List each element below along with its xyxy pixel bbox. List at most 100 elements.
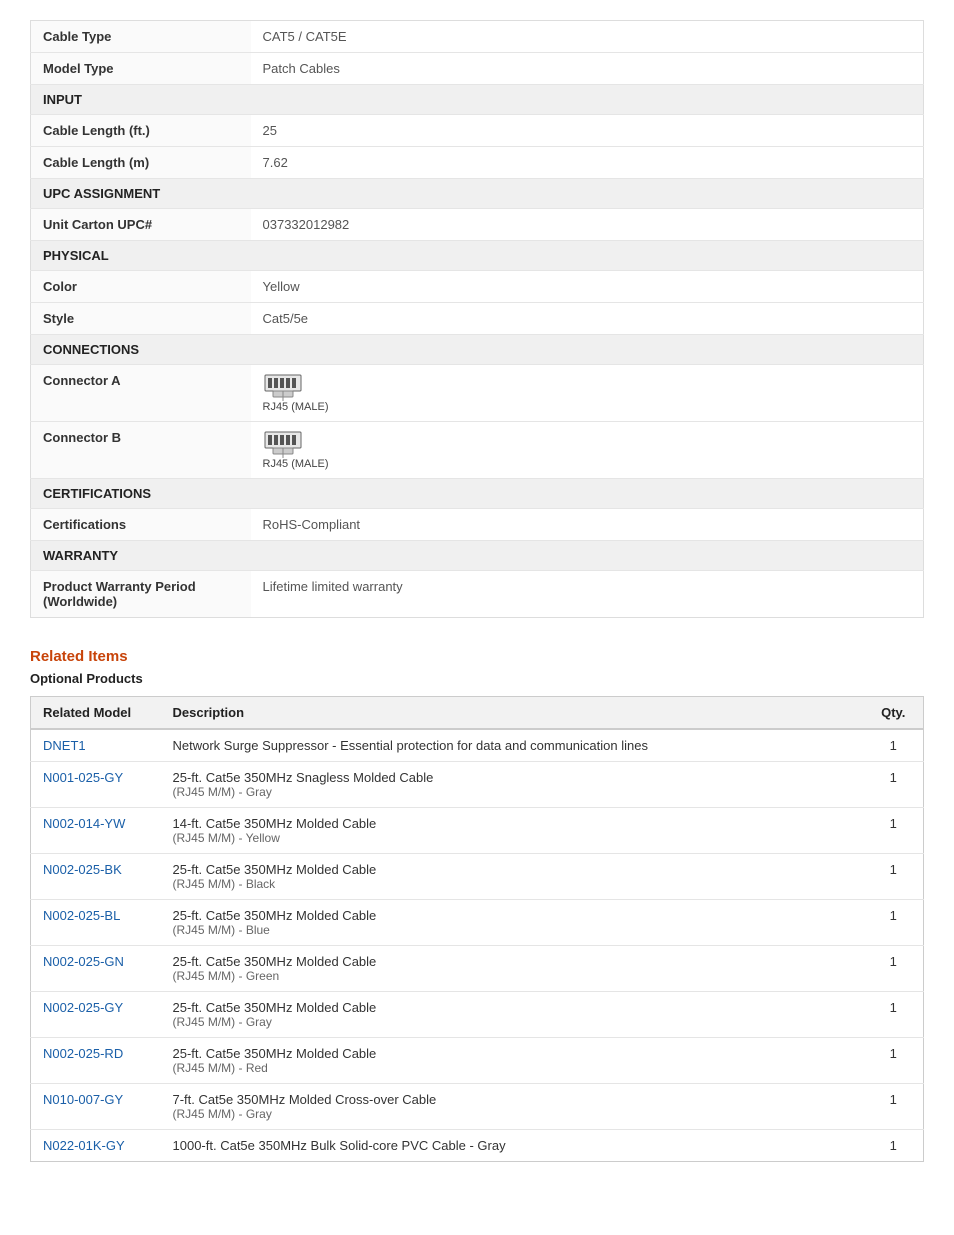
specs-row-label: Connector B xyxy=(31,422,251,479)
related-description-cell: 25-ft. Cat5e 350MHz Snagless Molded Cabl… xyxy=(161,762,864,808)
related-description-cell: 1000-ft. Cat5e 350MHz Bulk Solid-core PV… xyxy=(161,1130,864,1162)
related-description-main: 25-ft. Cat5e 350MHz Snagless Molded Cabl… xyxy=(173,770,852,785)
optional-label: Optional Products xyxy=(30,671,924,686)
related-model-cell[interactable]: N002-025-BL xyxy=(31,900,161,946)
related-model-link[interactable]: N001-025-GY xyxy=(43,770,123,785)
specs-section-header: INPUT xyxy=(31,85,924,115)
related-description-sub: (RJ45 M/M) - Gray xyxy=(173,785,852,799)
specs-connector-row: Connector A RJ45 (MALE) xyxy=(31,365,924,422)
related-description-main: 14-ft. Cat5e 350MHz Molded Cable xyxy=(173,816,852,831)
connector-label: RJ45 (MALE) xyxy=(263,458,329,470)
related-description-sub: (RJ45 M/M) - Blue xyxy=(173,923,852,937)
specs-row-value: Yellow xyxy=(251,271,924,303)
specs-row: StyleCat5/5e xyxy=(31,303,924,335)
related-description-cell: 25-ft. Cat5e 350MHz Molded Cable(RJ45 M/… xyxy=(161,1038,864,1084)
specs-row: Cable Length (m)7.62 xyxy=(31,147,924,179)
specs-connector-value: RJ45 (MALE) xyxy=(251,422,924,479)
specs-row: ColorYellow xyxy=(31,271,924,303)
specs-row: CertificationsRoHS-Compliant xyxy=(31,509,924,541)
related-description-sub: (RJ45 M/M) - Green xyxy=(173,969,852,983)
specs-row: Product Warranty Period (Worldwide)Lifet… xyxy=(31,571,924,618)
related-model-cell[interactable]: N010-007-GY xyxy=(31,1084,161,1130)
specs-section-header: WARRANTY xyxy=(31,541,924,571)
related-model-cell[interactable]: DNET1 xyxy=(31,729,161,762)
related-description-sub: (RJ45 M/M) - Red xyxy=(173,1061,852,1075)
related-model-cell[interactable]: N002-025-BK xyxy=(31,854,161,900)
related-model-link[interactable]: N022-01K-GY xyxy=(43,1138,125,1153)
specs-row-value: Cat5/5e xyxy=(251,303,924,335)
specs-row-label: Model Type xyxy=(31,53,251,85)
specs-row-label: Unit Carton UPC# xyxy=(31,209,251,241)
specs-row-value: RoHS-Compliant xyxy=(251,509,924,541)
related-model-cell[interactable]: N002-014-YW xyxy=(31,808,161,854)
related-model-link[interactable]: N002-025-BK xyxy=(43,862,122,877)
related-qty-cell: 1 xyxy=(864,1038,924,1084)
related-qty-cell: 1 xyxy=(864,992,924,1038)
specs-row-value: CAT5 / CAT5E xyxy=(251,21,924,53)
related-model-link[interactable]: N010-007-GY xyxy=(43,1092,123,1107)
specs-row-value: 25 xyxy=(251,115,924,147)
specs-row-label: Cable Length (ft.) xyxy=(31,115,251,147)
col-header-qty: Qty. xyxy=(864,697,924,730)
specs-section-header: UPC ASSIGNMENT xyxy=(31,179,924,209)
related-description-main: 1000-ft. Cat5e 350MHz Bulk Solid-core PV… xyxy=(173,1138,852,1153)
specs-table: Cable TypeCAT5 / CAT5EModel TypePatch Ca… xyxy=(30,20,924,618)
related-description-main: 25-ft. Cat5e 350MHz Molded Cable xyxy=(173,1000,852,1015)
related-table-row: N022-01K-GY 1000-ft. Cat5e 350MHz Bulk So… xyxy=(31,1130,924,1162)
related-description-sub: (RJ45 M/M) - Gray xyxy=(173,1107,852,1121)
related-model-link[interactable]: N002-025-RD xyxy=(43,1046,123,1061)
related-table-row: N002-025-BK 25-ft. Cat5e 350MHz Molded Ca… xyxy=(31,854,924,900)
related-table-row: N002-025-BL 25-ft. Cat5e 350MHz Molded Ca… xyxy=(31,900,924,946)
related-table-row: N002-025-RD 25-ft. Cat5e 350MHz Molded Ca… xyxy=(31,1038,924,1084)
related-model-link[interactable]: N002-014-YW xyxy=(43,816,125,831)
specs-row: Cable TypeCAT5 / CAT5E xyxy=(31,21,924,53)
related-model-cell[interactable]: N001-025-GY xyxy=(31,762,161,808)
related-qty-cell: 1 xyxy=(864,808,924,854)
related-model-link[interactable]: N002-025-GN xyxy=(43,954,124,969)
specs-row: Unit Carton UPC#037332012982 xyxy=(31,209,924,241)
related-model-link[interactable]: N002-025-GY xyxy=(43,1000,123,1015)
related-qty-cell: 1 xyxy=(864,1130,924,1162)
specs-row-value: Lifetime limited warranty xyxy=(251,571,924,618)
related-table-row: N001-025-GY 25-ft. Cat5e 350MHz Snagless … xyxy=(31,762,924,808)
related-model-link[interactable]: N002-025-BL xyxy=(43,908,120,923)
related-description-sub: (RJ45 M/M) - Yellow xyxy=(173,831,852,845)
specs-row: Model TypePatch Cables xyxy=(31,53,924,85)
related-description-main: 25-ft. Cat5e 350MHz Molded Cable xyxy=(173,1046,852,1061)
related-description-cell: 25-ft. Cat5e 350MHz Molded Cable(RJ45 M/… xyxy=(161,900,864,946)
specs-row-value: Patch Cables xyxy=(251,53,924,85)
specs-row-label: Cable Type xyxy=(31,21,251,53)
related-model-cell[interactable]: N002-025-RD xyxy=(31,1038,161,1084)
related-description-cell: 25-ft. Cat5e 350MHz Molded Cable(RJ45 M/… xyxy=(161,854,864,900)
related-description-main: 25-ft. Cat5e 350MHz Molded Cable xyxy=(173,862,852,877)
related-qty-cell: 1 xyxy=(864,762,924,808)
specs-row-label: Cable Length (m) xyxy=(31,147,251,179)
specs-section-header: CONNECTIONS xyxy=(31,335,924,365)
related-model-link[interactable]: DNET1 xyxy=(43,738,86,753)
specs-row-value: 7.62 xyxy=(251,147,924,179)
related-qty-cell: 1 xyxy=(864,900,924,946)
related-description-main: 25-ft. Cat5e 350MHz Molded Cable xyxy=(173,908,852,923)
specs-connector-value: RJ45 (MALE) xyxy=(251,365,924,422)
related-table-row: N002-025-GN25-ft. Cat5e 350MHz Molded Ca… xyxy=(31,946,924,992)
related-table: Related Model Description Qty. DNET1Netw… xyxy=(30,696,924,1162)
related-description-cell: 25-ft. Cat5e 350MHz Molded Cable(RJ45 M/… xyxy=(161,992,864,1038)
related-table-row: N010-007-GY 7-ft. Cat5e 350MHz Molded Cro… xyxy=(31,1084,924,1130)
specs-row-label: Color xyxy=(31,271,251,303)
related-table-row: DNET1 Network Surge Suppressor - Essentia… xyxy=(31,729,924,762)
related-qty-cell: 1 xyxy=(864,854,924,900)
related-description-cell: Network Surge Suppressor - Essential pro… xyxy=(161,729,864,762)
related-description-cell: 7-ft. Cat5e 350MHz Molded Cross-over Cab… xyxy=(161,1084,864,1130)
related-model-cell[interactable]: N022-01K-GY xyxy=(31,1130,161,1162)
related-qty-cell: 1 xyxy=(864,1084,924,1130)
col-header-description: Description xyxy=(161,697,864,730)
specs-section-header: PHYSICAL xyxy=(31,241,924,271)
specs-section-header: CERTIFICATIONS xyxy=(31,479,924,509)
specs-row-label: Connector A xyxy=(31,365,251,422)
related-qty-cell: 1 xyxy=(864,729,924,762)
related-description-cell: 14-ft. Cat5e 350MHz Molded Cable(RJ45 M/… xyxy=(161,808,864,854)
related-model-cell[interactable]: N002-025-GN xyxy=(31,946,161,992)
connector-label: RJ45 (MALE) xyxy=(263,401,329,413)
related-model-cell[interactable]: N002-025-GY xyxy=(31,992,161,1038)
connector-icon: RJ45 (MALE) xyxy=(263,430,329,470)
